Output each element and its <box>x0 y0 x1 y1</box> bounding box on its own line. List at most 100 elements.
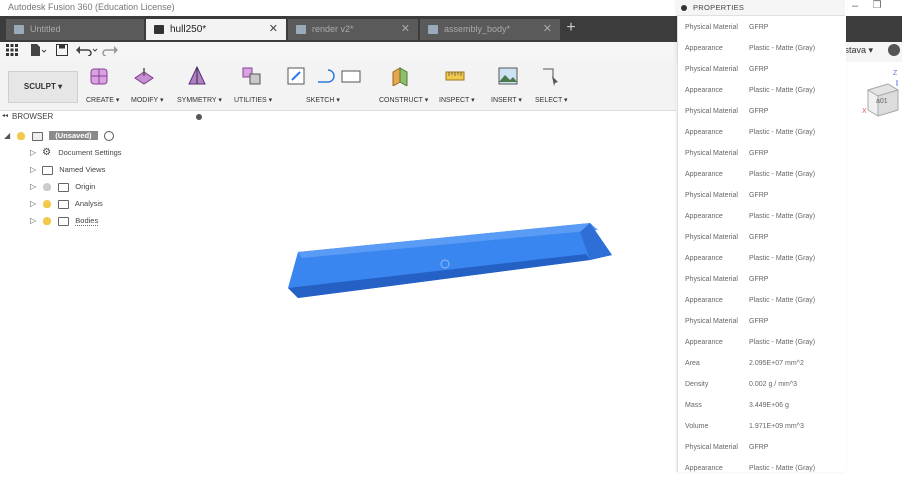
property-key: Physical Material <box>685 24 738 31</box>
inspect-menu[interactable]: INSPECT ▾ <box>439 96 475 104</box>
property-key: Appearance <box>685 87 723 94</box>
expand-triangle-icon[interactable]: ▷ <box>30 145 38 160</box>
close-icon[interactable]: ✕ <box>543 19 552 40</box>
tab-render-v2[interactable]: render v2* ✕ <box>288 19 418 40</box>
property-value: GFRP <box>749 276 769 283</box>
insert-image-icon[interactable] <box>497 66 519 86</box>
new-tab-button[interactable]: + <box>563 19 579 37</box>
construct-plane-icon[interactable] <box>389 66 411 86</box>
sketch-line-icon[interactable] <box>314 66 336 86</box>
tree-item-document-settings[interactable]: ▷ ⚙ Document Settings <box>30 145 122 160</box>
maximize-button[interactable]: ❐ <box>870 0 884 14</box>
undo-icon[interactable] <box>76 44 98 58</box>
tree-item-label: Bodies <box>75 216 99 226</box>
tree-root[interactable]: ◢ (Unsaved) <box>4 128 114 143</box>
property-key: Appearance <box>685 339 723 346</box>
property-row: Appearance Plastic - Matte (Gray) <box>677 38 845 59</box>
property-key: Physical Material <box>685 318 738 325</box>
property-value: 1.971E+09 mm^3 <box>749 423 804 430</box>
select-menu[interactable]: SELECT ▾ <box>535 96 568 104</box>
workspace-switcher[interactable]: SCULPT ▾ <box>8 71 78 103</box>
browser-pin-icon[interactable] <box>196 114 202 120</box>
tab-label: assembly_body* <box>444 24 511 34</box>
property-value: GFRP <box>749 234 769 241</box>
sketch-create-icon[interactable] <box>286 66 308 86</box>
select-cursor-icon[interactable] <box>540 66 562 86</box>
component-icon <box>32 131 44 141</box>
tree-item-named-views[interactable]: ▷ Named Views <box>30 162 105 177</box>
tree-item-label: Analysis <box>74 199 103 208</box>
save-icon[interactable] <box>56 44 68 58</box>
property-key: Physical Material <box>685 444 738 451</box>
property-row: Appearance Plastic - Matte (Gray) <box>677 458 845 479</box>
redo-icon[interactable] <box>100 44 122 58</box>
expand-triangle-icon[interactable]: ▷ <box>30 179 38 194</box>
property-row: Physical Material GFRP <box>677 437 845 458</box>
property-value: Plastic - Matte (Gray) <box>749 129 816 136</box>
insert-menu[interactable]: INSERT ▾ <box>491 96 522 104</box>
tree-item-bodies[interactable]: ▷ Bodies <box>30 213 99 228</box>
tree-item-analysis[interactable]: ▷ Analysis <box>30 196 103 211</box>
property-row: Volume 1.971E+09 mm^3 <box>677 416 845 437</box>
property-value: Plastic - Matte (Gray) <box>749 171 816 178</box>
property-key: Appearance <box>685 297 723 304</box>
expand-triangle-icon[interactable]: ◢ <box>4 128 12 143</box>
property-value: GFRP <box>749 150 769 157</box>
property-value: Plastic - Matte (Gray) <box>749 255 816 262</box>
close-icon[interactable]: ✕ <box>269 19 278 40</box>
property-value: 0.002 g / mm^3 <box>749 381 798 388</box>
utilities-icon[interactable] <box>241 66 263 86</box>
property-value: 3.449E+06 g <box>749 402 789 409</box>
property-key: Mass <box>685 402 702 409</box>
collapse-browser-icon[interactable]: ◂◂ <box>2 112 8 119</box>
tab-assembly-body[interactable]: assembly_body* ✕ <box>420 19 560 40</box>
property-key: Area <box>685 360 700 367</box>
expand-triangle-icon[interactable]: ▷ <box>30 213 38 228</box>
folder-icon <box>58 216 70 226</box>
visibility-bulb-icon[interactable] <box>17 132 26 141</box>
property-value: GFRP <box>749 318 769 325</box>
visibility-bulb-icon[interactable] <box>43 217 52 226</box>
property-row: Density 0.002 g / mm^3 <box>677 374 845 395</box>
sketch-rectangle-icon[interactable] <box>340 66 362 86</box>
expand-triangle-icon[interactable]: ▷ <box>30 196 38 211</box>
inspect-measure-icon[interactable] <box>444 66 466 86</box>
tab-label: hull250* <box>170 24 207 35</box>
document-icon <box>296 25 306 35</box>
tab-untitled[interactable]: Untitled <box>6 19 144 40</box>
close-icon[interactable]: ✕ <box>401 19 410 40</box>
file-icon[interactable] <box>30 44 47 58</box>
visibility-bulb-icon[interactable] <box>43 183 52 192</box>
visibility-bulb-icon[interactable] <box>43 200 52 209</box>
help-icon[interactable] <box>888 44 900 56</box>
hull-body-model[interactable] <box>280 210 620 310</box>
sketch-menu[interactable]: SKETCH ▾ <box>306 96 340 104</box>
tree-item-label: Origin <box>75 182 96 191</box>
property-value: Plastic - Matte (Gray) <box>749 213 816 220</box>
property-row: Appearance Plastic - Matte (Gray) <box>677 248 845 269</box>
document-icon <box>154 24 164 34</box>
property-key: Physical Material <box>685 150 738 157</box>
activate-radio-icon[interactable] <box>103 131 114 142</box>
grid-menu-icon[interactable] <box>6 44 18 58</box>
symmetry-menu[interactable]: SYMMETRY ▾ <box>177 96 222 104</box>
symmetry-icon[interactable] <box>186 66 208 86</box>
construct-menu[interactable]: CONSTRUCT ▾ <box>379 96 428 104</box>
property-value: Plastic - Matte (Gray) <box>749 465 816 472</box>
create-menu[interactable]: CREATE ▾ <box>86 96 119 104</box>
properties-pin-icon[interactable] <box>681 5 687 11</box>
property-row: Appearance Plastic - Matte (Gray) <box>677 332 845 353</box>
root-component-label: (Unsaved) <box>49 131 98 140</box>
property-value: GFRP <box>749 66 769 73</box>
gear-icon: ⚙ <box>42 147 52 158</box>
modify-menu[interactable]: MODIFY ▾ <box>131 96 164 104</box>
utilities-menu[interactable]: UTILITIES ▾ <box>234 96 272 104</box>
property-value: Plastic - Matte (Gray) <box>749 45 816 52</box>
create-box-icon[interactable] <box>88 66 110 86</box>
minimize-button[interactable]: – <box>848 0 862 14</box>
expand-triangle-icon[interactable]: ▷ <box>30 162 38 177</box>
tab-hull250[interactable]: hull250* ✕ <box>146 19 286 40</box>
modify-icon[interactable] <box>133 66 155 86</box>
tree-item-origin[interactable]: ▷ Origin <box>30 179 95 194</box>
property-row: Physical Material GFRP <box>677 185 845 206</box>
